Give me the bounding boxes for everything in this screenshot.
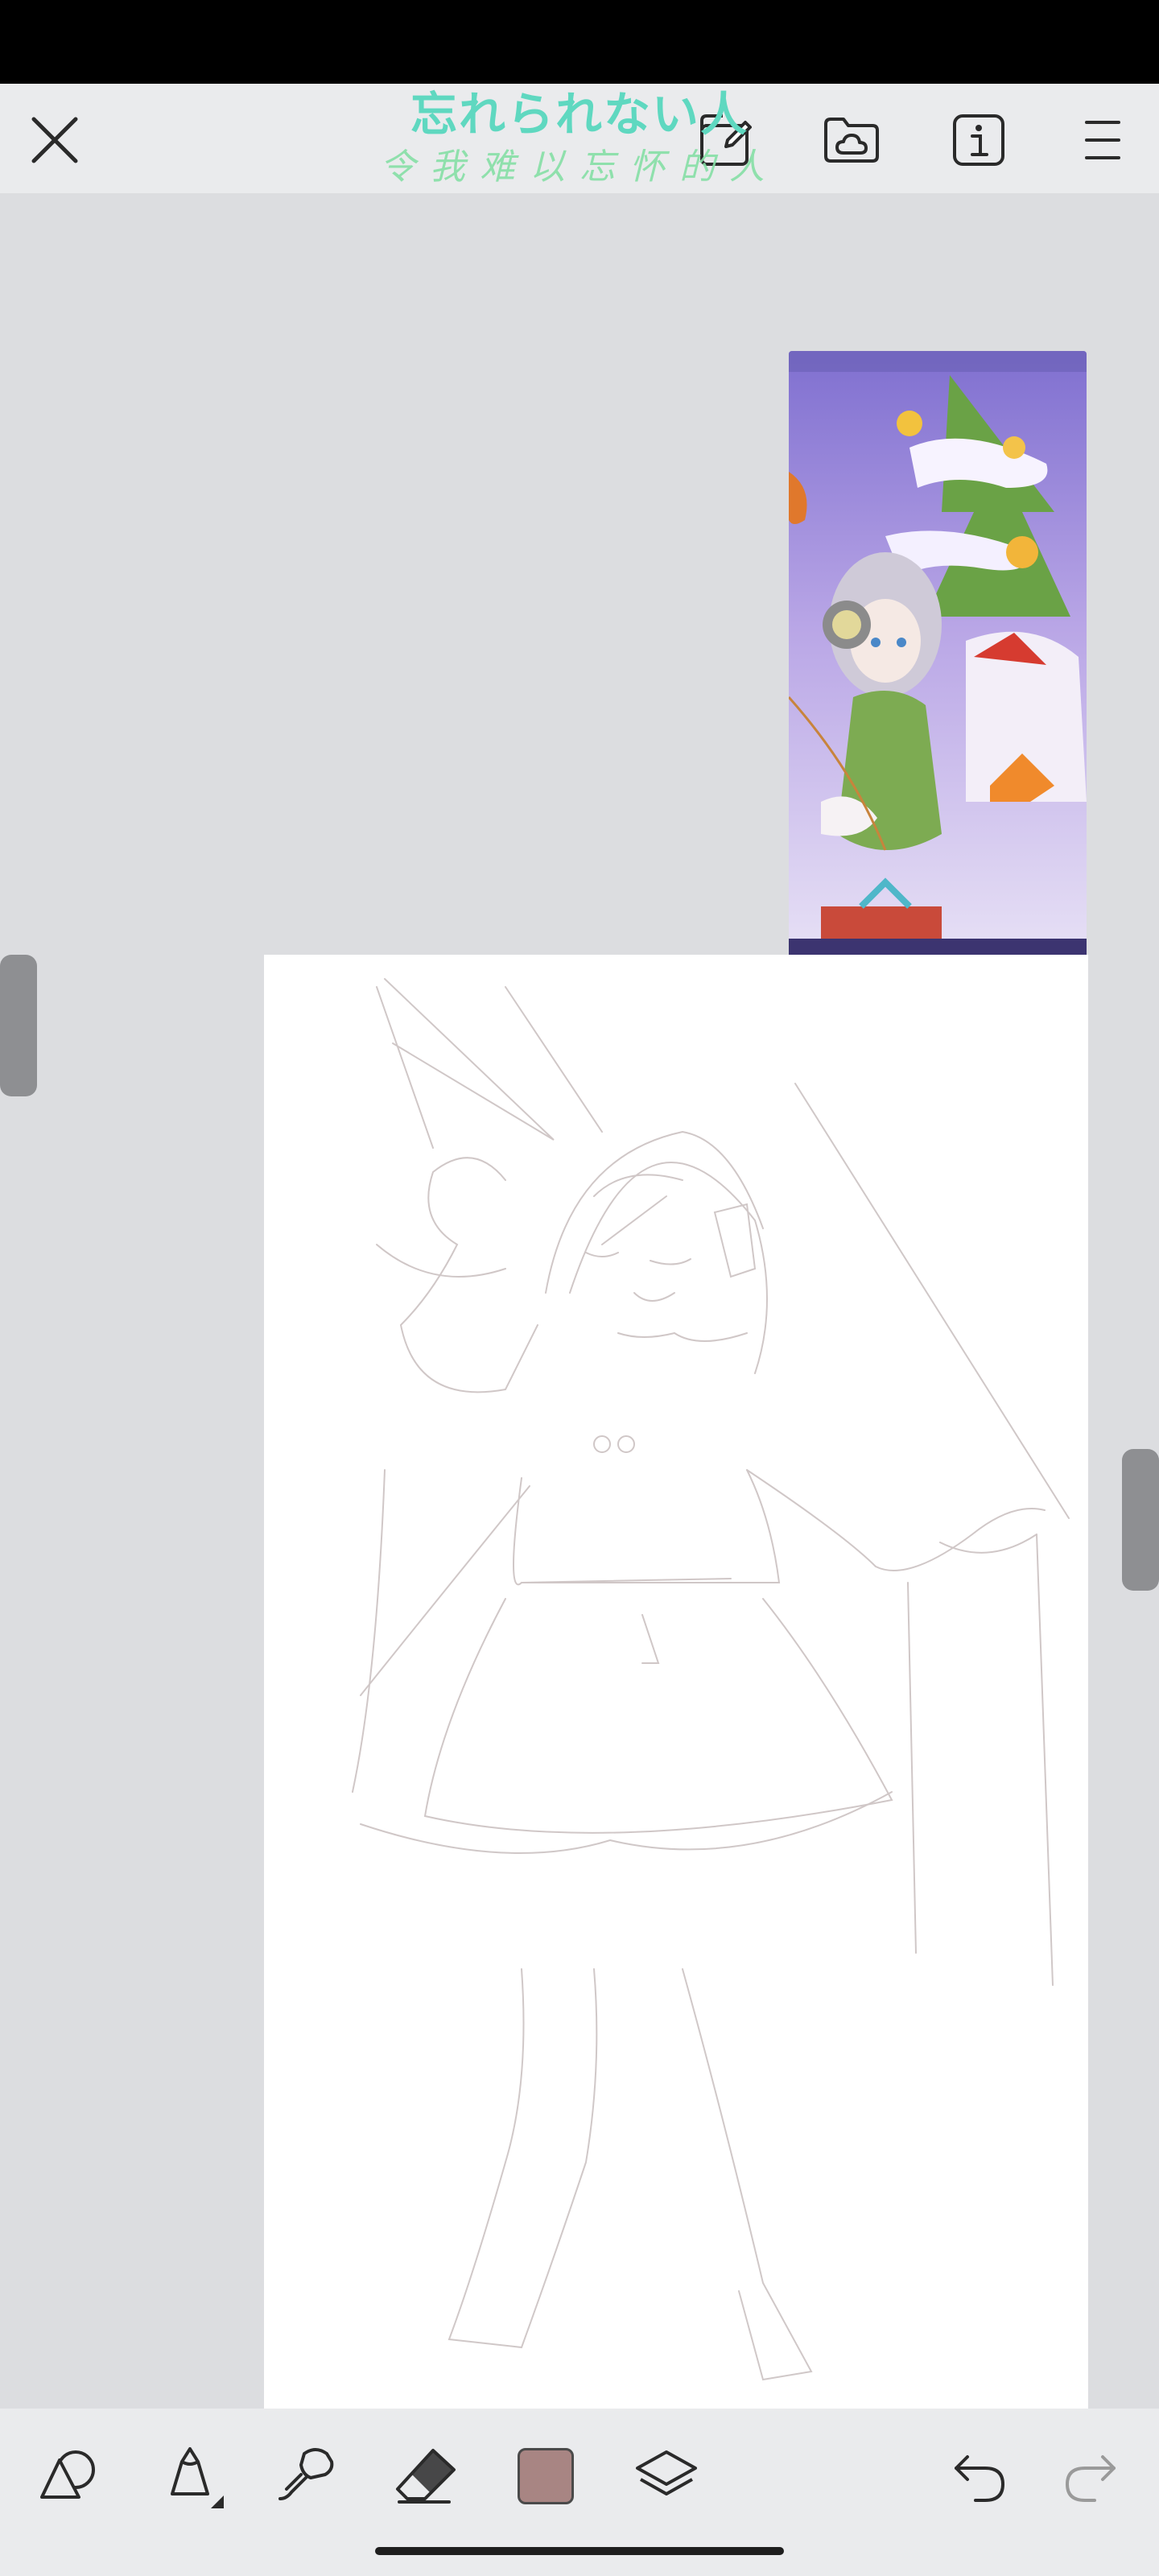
smudge-icon — [278, 2448, 334, 2500]
info-icon — [953, 114, 1004, 166]
pen-tool-button[interactable] — [153, 2438, 230, 2515]
eraser-icon — [396, 2449, 456, 2504]
shapes-icon — [40, 2450, 95, 2499]
redo-button[interactable] — [1051, 2438, 1128, 2515]
drawing-paper[interactable] — [264, 955, 1088, 2412]
close-button[interactable] — [23, 108, 87, 172]
right-side-handle[interactable] — [1122, 1449, 1159, 1591]
top-toolbar — [0, 84, 1159, 193]
cloud-folder-button[interactable] — [818, 106, 885, 174]
color-picker-button[interactable] — [507, 2438, 584, 2515]
layers-tool-button[interactable] — [628, 2438, 705, 2515]
home-indicator[interactable] — [375, 2547, 784, 2555]
layers-icon — [636, 2450, 697, 2496]
canvas-resize-button[interactable] — [692, 106, 760, 174]
left-side-handle[interactable] — [0, 955, 37, 1096]
menu-button[interactable] — [1070, 108, 1135, 172]
info-button[interactable] — [945, 106, 1013, 174]
cloud-folder-icon — [824, 118, 879, 163]
close-icon — [31, 117, 78, 163]
reference-image[interactable] — [789, 351, 1087, 969]
pen-icon — [171, 2447, 224, 2508]
undo-button[interactable] — [942, 2438, 1019, 2515]
current-color-swatch — [518, 2448, 574, 2504]
reference-image-art — [789, 351, 1087, 969]
menu-icon — [1085, 121, 1120, 159]
redo-icon — [1065, 2455, 1116, 2502]
canvas-resize-icon — [700, 114, 752, 166]
smudge-tool-button[interactable] — [269, 2438, 346, 2515]
undo-icon — [955, 2455, 1005, 2502]
shapes-tool-button[interactable] — [32, 2438, 109, 2515]
eraser-tool-button[interactable] — [388, 2438, 465, 2515]
sketch-drawing — [352, 978, 1070, 2381]
status-bar — [0, 0, 1159, 84]
